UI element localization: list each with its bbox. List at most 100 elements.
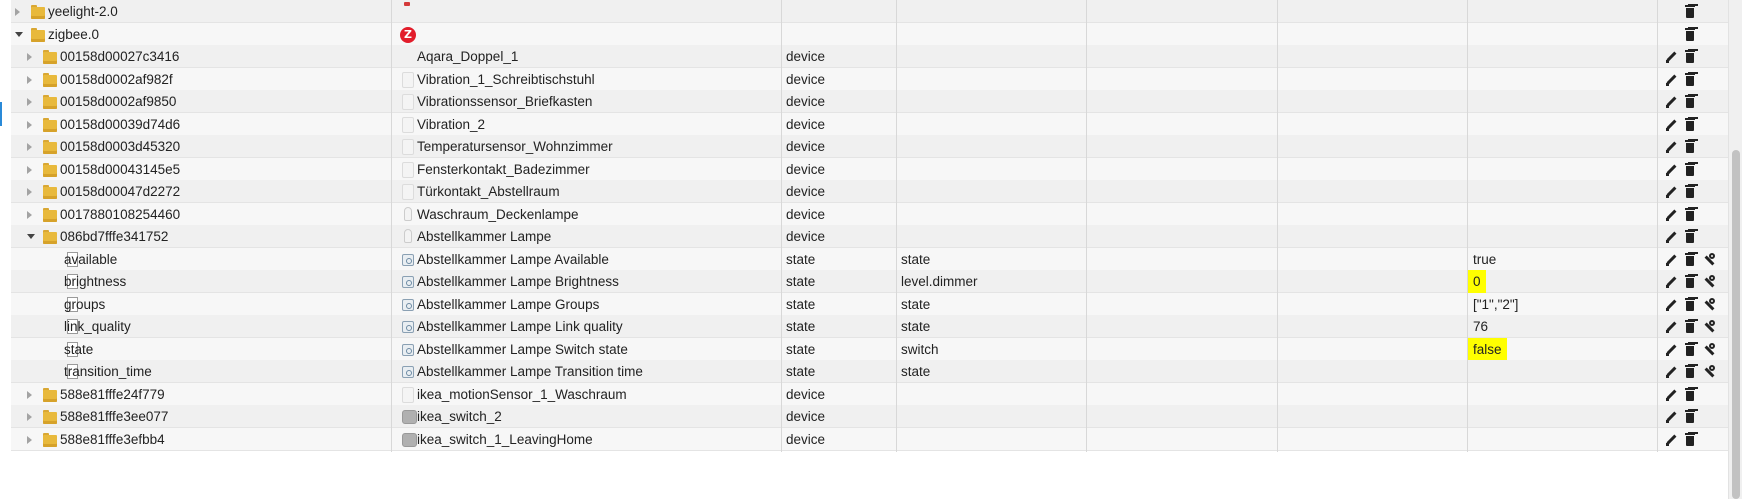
value-cell[interactable]	[1468, 427, 1658, 452]
edit-pencil-icon[interactable]	[1663, 274, 1679, 290]
tree-row[interactable]: 00158d0002af9850 Vibrationssensor_Briefka…	[11, 90, 1728, 114]
object-id[interactable]: 00158d0002af982f	[60, 68, 173, 92]
function-cell[interactable]	[1278, 112, 1468, 137]
tree-row[interactable]: 00158d0002af982f Vibration_1_Schreibtisch…	[11, 67, 1728, 92]
edit-pencil-icon[interactable]	[1663, 319, 1679, 335]
delete-trash-icon[interactable]	[1682, 364, 1698, 380]
edit-pencil-icon[interactable]	[1663, 184, 1679, 200]
function-cell[interactable]	[1278, 135, 1468, 159]
tree-row[interactable]: 0017880108254460 Waschraum_Deckenlampe dev…	[11, 202, 1728, 227]
object-value[interactable]: 0	[1468, 270, 1486, 294]
delete-trash-icon[interactable]	[1682, 162, 1698, 178]
value-cell[interactable]	[1468, 135, 1658, 159]
expand-arrow-icon[interactable]	[27, 53, 32, 61]
expand-arrow-icon[interactable]	[27, 143, 32, 151]
room-cell[interactable]	[1087, 270, 1278, 294]
room-cell[interactable]	[1087, 202, 1278, 227]
tree-row[interactable]: 086bd7fffe341752 Abstellkammer Lampe devic…	[11, 225, 1728, 249]
function-cell[interactable]	[1278, 315, 1468, 339]
tree-row[interactable]: 588e81fffe3efbb4 ikea_switch_1_LeavingHom…	[11, 427, 1728, 452]
expand-arrow-icon[interactable]	[27, 120, 32, 129]
object-id[interactable]: transition_time	[64, 360, 152, 384]
delete-trash-icon[interactable]	[1682, 252, 1698, 268]
delete-trash-icon[interactable]	[1682, 117, 1698, 133]
edit-pencil-icon[interactable]	[1663, 49, 1679, 65]
edit-pencil-icon[interactable]	[1663, 139, 1679, 155]
tree-row[interactable]: transition_time Abstellkammer Lampe Trans…	[11, 360, 1728, 384]
edit-pencil-icon[interactable]	[1663, 432, 1679, 448]
object-id[interactable]: yeelight-2.0	[48, 0, 118, 24]
room-cell[interactable]	[1087, 112, 1278, 137]
value-cell[interactable]	[1468, 382, 1658, 407]
tree-row[interactable]: available Abstellkammer Lampe Available st…	[11, 247, 1728, 272]
function-cell[interactable]	[1278, 157, 1468, 182]
object-id[interactable]: 00158d0003d45320	[60, 135, 180, 159]
edit-pencil-icon[interactable]	[1663, 207, 1679, 223]
object-id[interactable]: brightness	[64, 270, 126, 294]
edit-pencil-icon[interactable]	[1663, 364, 1679, 380]
expand-arrow-icon[interactable]	[27, 98, 32, 106]
function-cell[interactable]	[1278, 45, 1468, 69]
object-id[interactable]: 00158d0002af9850	[60, 90, 176, 114]
value-cell[interactable]	[1468, 405, 1658, 429]
tree-row[interactable]: yeelight-2.0	[11, 0, 1728, 24]
tree-row[interactable]: zigbee.0	[11, 22, 1728, 47]
edit-pencil-icon[interactable]	[1663, 162, 1679, 178]
edit-pencil-icon[interactable]	[1663, 117, 1679, 133]
expand-arrow-icon[interactable]	[27, 390, 32, 399]
tree-row[interactable]: 588e81fffe3ee077 ikea_switch_2 device	[11, 405, 1728, 429]
settings-wrench-icon[interactable]	[1701, 274, 1717, 290]
delete-trash-icon[interactable]	[1682, 184, 1698, 200]
room-cell[interactable]	[1087, 180, 1278, 204]
edit-pencil-icon[interactable]	[1663, 342, 1679, 358]
delete-trash-icon[interactable]	[1682, 432, 1698, 448]
tree-row[interactable]: state Abstellkammer Lampe Switch state sta…	[11, 337, 1728, 362]
delete-trash-icon[interactable]	[1682, 409, 1698, 425]
value-cell[interactable]	[1468, 45, 1658, 69]
room-cell[interactable]	[1087, 22, 1278, 47]
expand-arrow-icon[interactable]	[27, 210, 32, 219]
object-value[interactable]: 76	[1473, 315, 1488, 339]
scrollbar-thumb[interactable]	[1732, 150, 1740, 499]
object-value[interactable]: true	[1473, 248, 1496, 272]
edit-pencil-icon[interactable]	[1663, 297, 1679, 313]
collapse-arrow-icon[interactable]	[27, 234, 35, 239]
value-cell[interactable]: 76	[1468, 315, 1658, 339]
edit-pencil-icon[interactable]	[1663, 94, 1679, 110]
value-cell[interactable]: ["1","2"]	[1468, 292, 1658, 317]
tree-row[interactable]: groups Abstellkammer Lampe Groups state sta…	[11, 292, 1728, 317]
function-cell[interactable]	[1278, 337, 1468, 362]
function-cell[interactable]	[1278, 382, 1468, 407]
value-cell[interactable]	[1468, 22, 1658, 47]
edit-pencil-icon[interactable]	[1663, 252, 1679, 268]
tree-row[interactable]: 588e81fffe24f779 ikea_motionSensor_1_Wasc…	[11, 382, 1728, 407]
edit-pencil-icon[interactable]	[1663, 229, 1679, 245]
function-cell[interactable]	[1278, 90, 1468, 114]
object-id[interactable]: groups	[64, 293, 105, 317]
value-cell[interactable]	[1468, 90, 1658, 114]
value-cell[interactable]: false	[1468, 337, 1658, 362]
value-cell[interactable]	[1468, 0, 1658, 24]
delete-trash-icon[interactable]	[1682, 319, 1698, 335]
tree-row[interactable]: 00158d00047d2272 Türkontakt_Abstellraum de…	[11, 180, 1728, 204]
expand-arrow-icon[interactable]	[27, 188, 32, 196]
function-cell[interactable]	[1278, 427, 1468, 452]
value-cell[interactable]: true	[1468, 247, 1658, 272]
object-id[interactable]: zigbee.0	[48, 23, 99, 47]
collapse-arrow-icon[interactable]	[15, 31, 23, 37]
expand-arrow-icon[interactable]	[27, 75, 32, 84]
value-cell[interactable]	[1468, 180, 1658, 204]
room-cell[interactable]	[1087, 292, 1278, 317]
room-cell[interactable]	[1087, 382, 1278, 407]
delete-trash-icon[interactable]	[1682, 229, 1698, 245]
room-cell[interactable]	[1087, 360, 1278, 384]
function-cell[interactable]	[1278, 405, 1468, 429]
object-id[interactable]: 588e81fffe24f779	[60, 383, 165, 407]
tree-row[interactable]: 00158d0003d45320 Temperatursensor_Wohnzim…	[11, 135, 1728, 159]
edit-pencil-icon[interactable]	[1663, 72, 1679, 88]
expand-arrow-icon[interactable]	[27, 165, 32, 174]
expand-arrow-icon[interactable]	[27, 435, 32, 444]
settings-wrench-icon[interactable]	[1701, 252, 1717, 268]
delete-trash-icon[interactable]	[1682, 94, 1698, 110]
value-cell[interactable]	[1468, 225, 1658, 249]
